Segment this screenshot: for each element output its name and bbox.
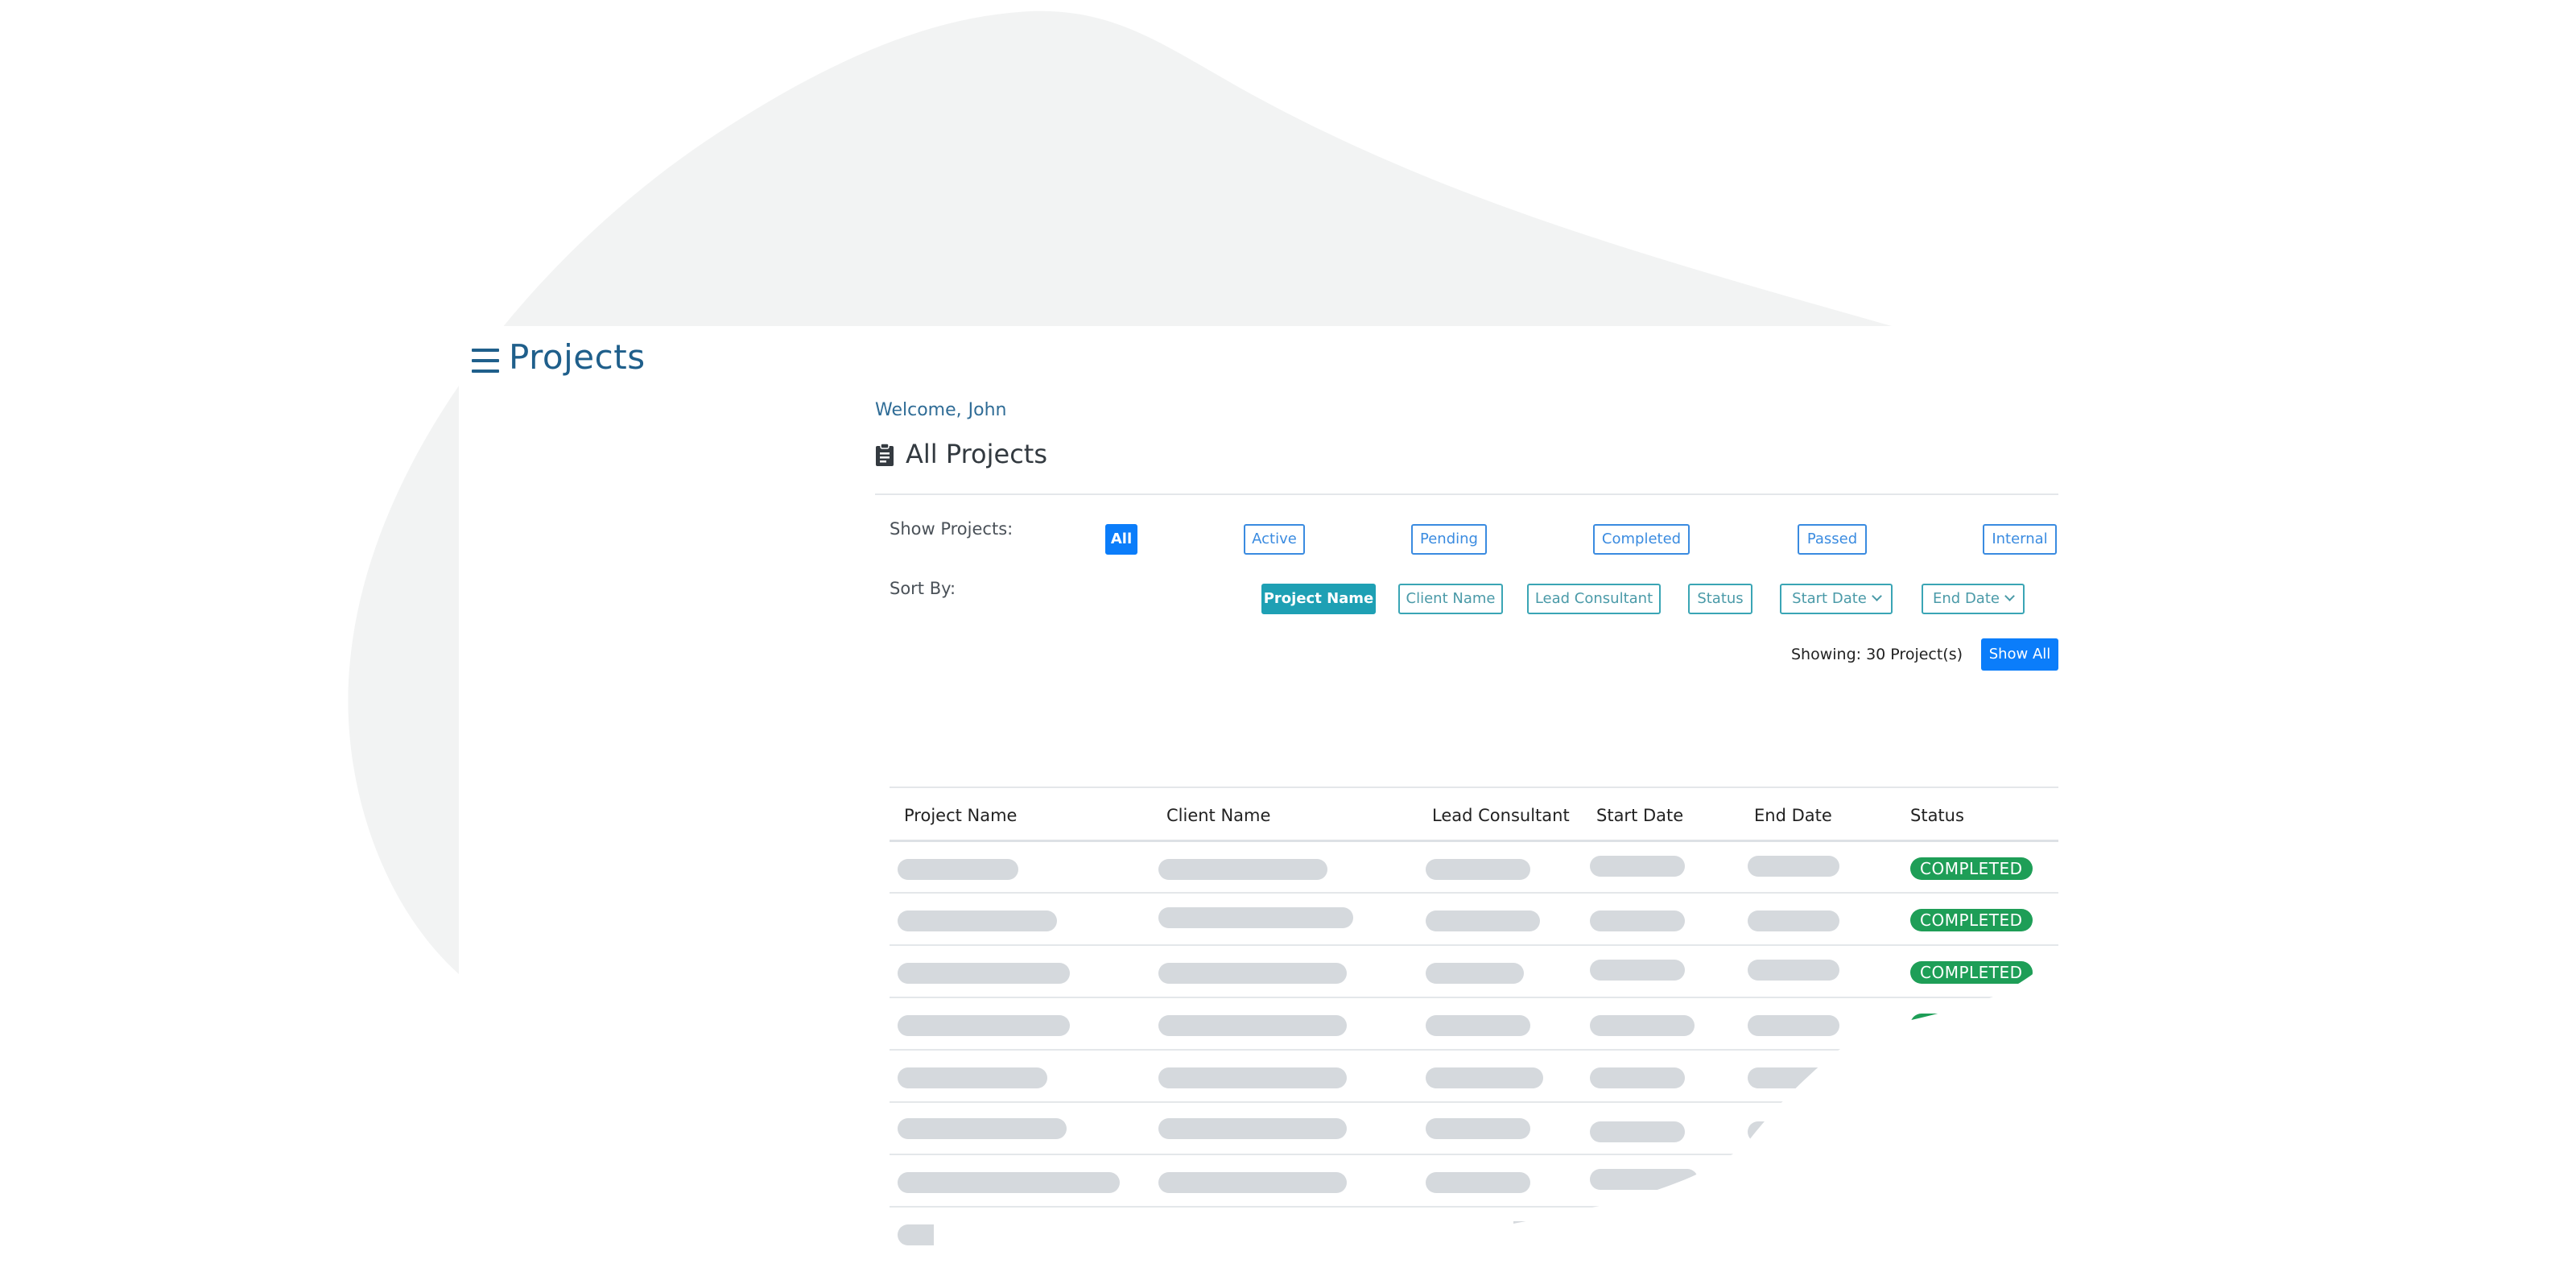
screen: Projects Welcome, John All Projects Show … — [0, 0, 2576, 1280]
loading-placeholder — [1590, 1221, 1685, 1242]
sort-client-name-button[interactable]: Client Name — [1398, 584, 1503, 614]
sort-by-label: Sort By: — [890, 579, 956, 598]
filter-pending-button[interactable]: Pending — [1411, 524, 1487, 555]
top-bar: Projects — [459, 326, 2045, 407]
loading-placeholder — [1426, 1118, 1530, 1139]
table-row[interactable] — [890, 1155, 2058, 1208]
loading-placeholder — [1590, 856, 1685, 877]
loading-placeholder — [898, 910, 1057, 931]
table-row[interactable]: COMPLETED — [890, 842, 2058, 894]
loading-placeholder — [1748, 910, 1839, 931]
hamburger-menu-icon[interactable] — [472, 349, 499, 373]
table-top-border — [890, 787, 2058, 788]
table-row[interactable]: COMPLETED — [890, 946, 2058, 998]
loading-placeholder — [1426, 1015, 1530, 1036]
column-header-status[interactable]: Status — [1910, 806, 1964, 825]
header-divider — [875, 493, 2058, 495]
loading-placeholder — [1426, 1172, 1530, 1193]
sort-end-date-label: End Date — [1933, 590, 2000, 607]
sort-end-date-button[interactable]: End Date — [1922, 584, 2025, 614]
show-projects-label: Show Projects: — [890, 519, 1013, 539]
loading-placeholder — [1748, 960, 1839, 981]
welcome-user: John — [968, 400, 1007, 420]
welcome-message: Welcome, John — [875, 400, 1006, 420]
column-header-end-date[interactable]: End Date — [1754, 806, 1832, 825]
sort-project-name-button[interactable]: Project Name — [1261, 584, 1376, 614]
app-title: Projects — [509, 337, 646, 377]
column-header-client-name[interactable]: Client Name — [1166, 806, 1270, 825]
filter-all-button[interactable]: All — [1105, 524, 1137, 555]
loading-placeholder — [1158, 1172, 1347, 1193]
status-badge: COMPLETED — [1910, 909, 2033, 931]
column-header-lead-consultant[interactable]: Lead Consultant — [1432, 806, 1570, 825]
chevron-down-icon — [1871, 591, 1882, 601]
sort-start-date-label: Start Date — [1792, 590, 1867, 607]
loading-placeholder — [1590, 1121, 1685, 1142]
chevron-down-icon — [2004, 591, 2015, 601]
column-header-project-name[interactable]: Project Name — [904, 806, 1017, 825]
loading-placeholder — [1158, 907, 1353, 928]
status-badge: COMPLETED — [1910, 1014, 2033, 1036]
project-count-text: Showing: 30 Project(s) — [1791, 646, 1963, 663]
loading-placeholder — [1748, 1067, 1839, 1088]
loading-placeholder — [1748, 856, 1839, 877]
loading-placeholder — [1158, 963, 1347, 984]
filter-passed-button[interactable]: Passed — [1798, 524, 1867, 555]
loading-placeholder — [1748, 1221, 1839, 1242]
loading-placeholder — [1748, 1121, 1839, 1142]
status-badge: COMPLETED — [1910, 1066, 2033, 1088]
sort-lead-consultant-button[interactable]: Lead Consultant — [1527, 584, 1661, 614]
loading-placeholder — [898, 1067, 1047, 1088]
page-heading: All Projects — [875, 439, 1047, 469]
page-title: All Projects — [906, 439, 1047, 469]
loading-placeholder — [1158, 1067, 1347, 1088]
loading-placeholder — [1590, 1169, 1698, 1190]
loading-placeholder — [1590, 1067, 1685, 1088]
loading-placeholder — [1426, 1221, 1537, 1242]
loading-placeholder — [1590, 960, 1685, 981]
loading-placeholder — [1426, 963, 1524, 984]
loading-placeholder — [1158, 1118, 1347, 1139]
sort-status-button[interactable]: Status — [1688, 584, 1752, 614]
loading-placeholder — [898, 1172, 1120, 1193]
table-row[interactable]: COMPLETED — [890, 1103, 2058, 1155]
loading-placeholder — [1748, 1015, 1839, 1036]
filter-completed-button[interactable]: Completed — [1593, 524, 1690, 555]
sort-start-date-button[interactable]: Start Date — [1780, 584, 1893, 614]
loading-placeholder — [1426, 910, 1540, 931]
loading-placeholder — [1168, 1248, 1265, 1269]
loading-placeholder — [1158, 1221, 1405, 1242]
loading-placeholder — [1158, 859, 1327, 880]
table-row[interactable]: COMPLETED — [890, 998, 2058, 1051]
show-all-button[interactable]: Show All — [1981, 638, 2058, 671]
status-badge: COMPLETED — [1910, 857, 2033, 880]
loading-placeholder — [1590, 910, 1685, 931]
filter-active-button[interactable]: Active — [1244, 524, 1305, 555]
table-row[interactable]: COMPLETED — [890, 1051, 2058, 1103]
loading-placeholder — [898, 859, 1018, 880]
loading-placeholder — [898, 963, 1070, 984]
loading-placeholder — [1426, 859, 1530, 880]
loading-placeholder — [898, 1224, 1091, 1245]
status-badge: COMPLETED — [1910, 1118, 2033, 1141]
loading-placeholder — [1748, 1169, 1839, 1190]
table-row[interactable]: COMPLETED — [890, 894, 2058, 946]
loading-placeholder — [1426, 1067, 1543, 1088]
loading-placeholder — [1590, 1015, 1695, 1036]
column-header-start-date[interactable]: Start Date — [1596, 806, 1683, 825]
filter-internal-button[interactable]: Internal — [1983, 524, 2057, 555]
loading-placeholder — [1158, 1015, 1347, 1036]
loading-placeholder — [898, 1118, 1067, 1139]
table-row[interactable] — [890, 1208, 2058, 1280]
clipboard-icon — [876, 443, 894, 466]
welcome-prefix: Welcome, — [875, 400, 962, 420]
app-window: Projects Welcome, John All Projects Show … — [459, 326, 2058, 1280]
status-badge: COMPLETED — [1910, 961, 2033, 984]
loading-placeholder — [898, 1015, 1070, 1036]
